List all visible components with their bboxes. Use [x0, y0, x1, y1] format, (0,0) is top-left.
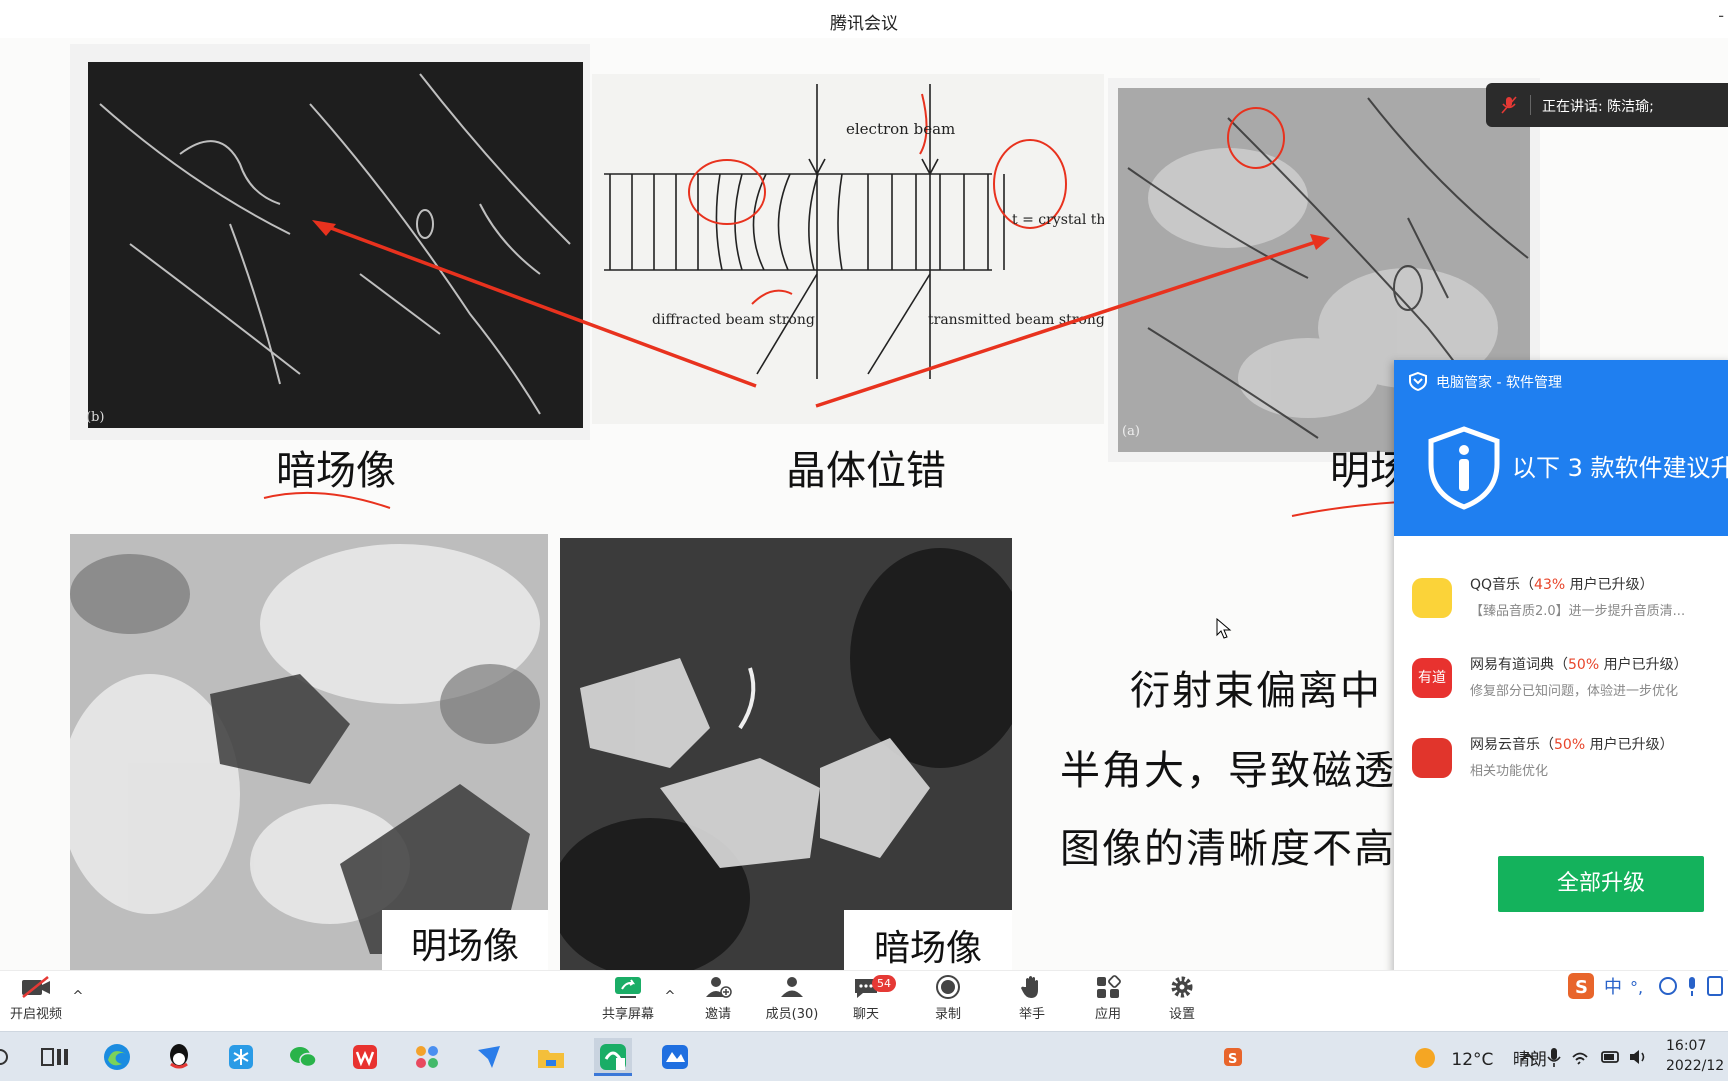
share-options-chevron-icon[interactable]: ^: [662, 989, 678, 1004]
youdao-icon: 有道: [1412, 658, 1452, 698]
share-screen-label: 共享屏幕: [601, 1007, 654, 1022]
sun-icon: [1415, 1048, 1435, 1068]
start-video-button[interactable]: 开启视频: [8, 975, 64, 1022]
qq-icon[interactable]: [160, 1038, 198, 1076]
gear-icon: [1171, 976, 1193, 998]
share-screen-button[interactable]: 共享屏幕: [600, 975, 656, 1022]
popup-headline: 以下 3 款软件建议升: [1512, 454, 1728, 482]
app-suffix: 用户已升级: [1565, 577, 1640, 593]
system-clock[interactable]: 16:07 2022/12: [1666, 1036, 1724, 1076]
video-off-icon: [22, 976, 50, 998]
app-desc: 修复部分已知问题，体验进一步优化: [1470, 684, 1679, 699]
info-shield-icon: [1428, 426, 1500, 510]
app-name: 网易云音乐: [1470, 737, 1540, 753]
mouse-cursor-icon: [1216, 618, 1232, 639]
settings-label: 设置: [1168, 1007, 1195, 1022]
upgrade-all-button[interactable]: 全部升级: [1498, 856, 1704, 912]
app-suffix: 用户已升级: [1599, 657, 1674, 673]
window-title-bar: 腾讯会议 -: [0, 0, 1728, 39]
app-percent: 43%: [1534, 577, 1566, 593]
record-icon: [936, 975, 960, 999]
svg-text:S: S: [1228, 1052, 1237, 1067]
search-edge-icon[interactable]: [0, 1038, 10, 1076]
muted-mic-icon: [1501, 96, 1517, 114]
pinwheel-app-icon[interactable]: [408, 1038, 446, 1076]
clock-date: 2022/12: [1666, 1058, 1725, 1074]
chat-button[interactable]: 聊天 54: [846, 975, 896, 1022]
edge-browser-icon[interactable]: [98, 1038, 136, 1076]
label-bright-field: 明场像: [382, 910, 548, 970]
window-title: 腾讯会议: [830, 14, 898, 34]
ime-toolbar[interactable]: S 中 °,: [1564, 971, 1728, 1001]
popup-header: 电脑管家 - 软件管理 以下 3 款软件建议升: [1394, 360, 1728, 536]
qq-music-icon: [1412, 578, 1452, 618]
divider: [1530, 95, 1531, 115]
app-suffix: 用户已升级: [1585, 737, 1660, 753]
speaker-name: 正在讲话: 陈洁瑜;: [1542, 99, 1654, 115]
text-line-2: 半角大，导致磁透: [1060, 748, 1396, 794]
svg-text:S: S: [1575, 977, 1588, 998]
dark-field-grain-image: 暗场像: [560, 538, 1012, 970]
members-icon: [781, 977, 803, 997]
sogou-tray-icon[interactable]: S: [1214, 1038, 1252, 1076]
file-explorer-icon[interactable]: [532, 1038, 570, 1076]
system-tray[interactable]: [1518, 1046, 1658, 1072]
app-name-line: QQ音乐（43% 用户已升级）: [1470, 577, 1654, 593]
apps-button[interactable]: 应用: [1088, 975, 1128, 1022]
minimize-button[interactable]: -: [1718, 6, 1724, 25]
task-view-icon[interactable]: [36, 1038, 74, 1076]
wechat-icon[interactable]: [284, 1038, 322, 1076]
text-line-3: 图像的清晰度不高: [1060, 826, 1396, 872]
record-button[interactable]: 录制: [928, 975, 968, 1022]
app-desc: 【臻品音质2.0】进一步提升音质清...: [1470, 604, 1686, 619]
raise-hand-icon: [1021, 976, 1038, 998]
invite-button[interactable]: 邀请: [698, 975, 738, 1022]
invite-label: 邀请: [704, 1007, 731, 1022]
netease-music-icon: [1412, 738, 1452, 778]
chat-unread-badge: 54: [872, 975, 896, 992]
app-row-netease-music[interactable]: 网易云音乐（50% 用户已升级） 相关功能优化: [1394, 728, 1728, 798]
members-button[interactable]: 成员(30): [764, 975, 820, 1022]
svg-text:°,: °,: [1630, 978, 1643, 997]
share-screen-icon: [615, 977, 641, 998]
app-desc: 相关功能优化: [1470, 764, 1549, 779]
apps-label: 应用: [1094, 1007, 1121, 1022]
record-label: 录制: [934, 1007, 961, 1022]
settings-button[interactable]: 设置: [1162, 975, 1202, 1022]
app-name-line: 网易有道词典（50% 用户已升级）: [1470, 657, 1688, 673]
app-name-line: 网易云音乐（50% 用户已升级）: [1470, 737, 1674, 753]
text-line-1: 衍射束偏离中: [1130, 668, 1382, 714]
clock-time: 16:07: [1666, 1038, 1707, 1054]
raise-hand-button[interactable]: 举手: [1012, 975, 1052, 1022]
apps-grid-icon: [1097, 975, 1121, 998]
feishu-icon[interactable]: [470, 1038, 508, 1076]
tencent-meeting-taskbar-icon[interactable]: [594, 1038, 632, 1076]
tencent-meeting-app-icon[interactable]: [656, 1038, 694, 1076]
ime-mode: 中: [1604, 977, 1622, 998]
app-name: 网易有道词典: [1470, 657, 1554, 673]
app-name: QQ音乐: [1470, 577, 1521, 593]
video-options-chevron-icon[interactable]: ^: [70, 989, 86, 1004]
pc-manager-popup: 电脑管家 - 软件管理 以下 3 款软件建议升 QQ音乐（43% 用户已升级） …: [1394, 360, 1728, 976]
weather-temp: 12°C: [1451, 1050, 1494, 1070]
invite-icon: [706, 977, 732, 998]
app-row-qq-music[interactable]: QQ音乐（43% 用户已升级） 【臻品音质2.0】进一步提升音质清...: [1394, 568, 1728, 638]
speaking-indicator: 正在讲话: 陈洁瑜;: [1486, 83, 1728, 127]
pc-manager-logo-icon: [1409, 371, 1427, 391]
label-dark-field: 暗场像: [844, 910, 1012, 970]
members-label: 成员(30): [765, 1007, 819, 1022]
popup-title: 电脑管家 - 软件管理: [1436, 375, 1562, 391]
snowflake-app-icon[interactable]: [222, 1038, 260, 1076]
wps-icon[interactable]: [346, 1038, 384, 1076]
start-video-label: 开启视频: [9, 1007, 62, 1022]
chat-label: 聊天: [852, 1007, 879, 1022]
bright-field-grain-image: 明场像: [70, 534, 548, 970]
windows-taskbar: S 12°C 晴朗 16:07 2022/12: [0, 1031, 1728, 1081]
app-percent: 50%: [1568, 657, 1600, 673]
meeting-toolbar: 开启视频 ^ 共享屏幕 ^ 邀请 成员(30) 聊天 54 录制 举手 应用 设…: [0, 970, 1728, 1031]
raise-hand-label: 举手: [1018, 1007, 1045, 1022]
app-row-youdao[interactable]: 有道 网易有道词典（50% 用户已升级） 修复部分已知问题，体验进一步优化: [1394, 648, 1728, 718]
app-percent: 50%: [1554, 737, 1586, 753]
